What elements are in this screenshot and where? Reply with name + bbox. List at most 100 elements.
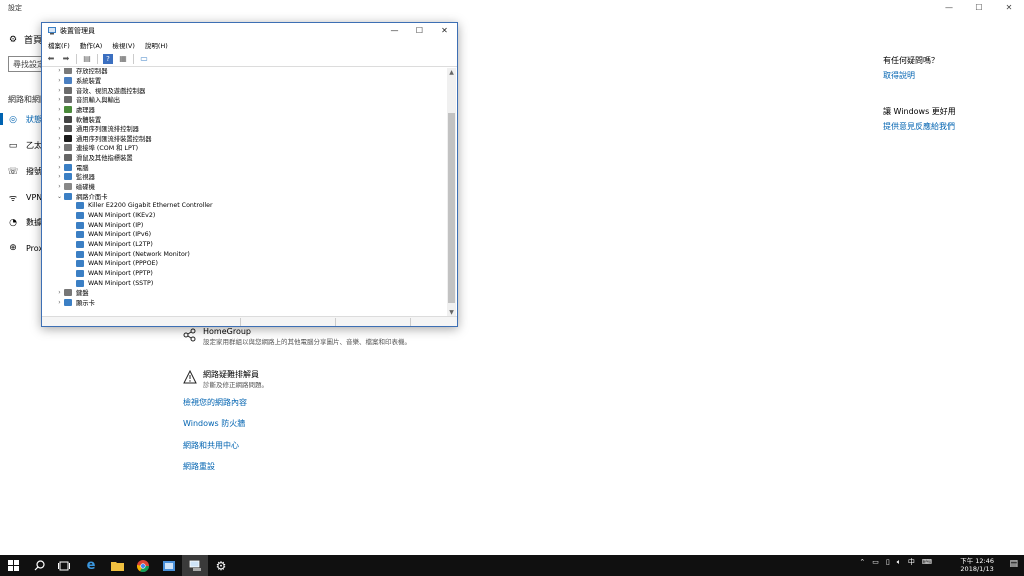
tree-item-label: WAN Miniport (PPPOE) <box>88 260 158 268</box>
monitor-icon[interactable]: ▭ <box>139 54 149 64</box>
edge-button[interactable]: e <box>78 555 104 576</box>
dm-close-button[interactable]: ✕ <box>432 23 457 39</box>
power-icon[interactable]: ▯ <box>886 558 890 566</box>
chevron-right-icon[interactable]: › <box>55 299 64 306</box>
tree-item-label: 連接埠 (COM 和 LPT) <box>76 145 139 153</box>
chevron-right-icon[interactable]: › <box>55 96 64 103</box>
volume-icon[interactable]: 🔈︎ <box>897 558 901 567</box>
chevron-right-icon[interactable]: › <box>55 125 64 132</box>
chevron-right-icon[interactable]: › <box>55 144 64 151</box>
tree-category[interactable]: ⌄ 網路介面卡 <box>55 191 107 201</box>
chevron-right-icon[interactable]: › <box>55 87 64 94</box>
ime-indicator[interactable]: 中 <box>908 557 915 567</box>
tree-category[interactable]: › 軟體裝置 <box>55 114 101 124</box>
photos-button[interactable] <box>156 555 182 576</box>
menu-view[interactable]: 檢視(V) <box>112 40 135 50</box>
tree-category[interactable]: › 處理器 <box>55 105 95 115</box>
tree-category[interactable]: › 存放控制器 <box>55 68 107 76</box>
chevron-right-icon[interactable]: › <box>55 116 64 123</box>
device-category-icon <box>64 163 72 171</box>
tree-category[interactable]: › 通用序列匯流排裝置控制器 <box>55 134 152 144</box>
tree-device[interactable]: WAN Miniport (PPPOE) <box>76 259 158 269</box>
search-input[interactable]: 尋找設定 <box>8 56 44 72</box>
chevron-right-icon[interactable]: › <box>55 77 64 84</box>
back-arrow-icon[interactable]: ⬅ <box>46 54 56 64</box>
chevron-right-icon[interactable]: › <box>55 289 64 296</box>
menu-action[interactable]: 動作(A) <box>80 40 103 50</box>
start-button[interactable] <box>0 555 26 576</box>
tree-category[interactable]: › 鍵盤 <box>55 288 89 298</box>
clock-date: 2018/1/13 <box>960 565 994 573</box>
chevron-right-icon[interactable]: › <box>55 135 64 142</box>
tree-device[interactable]: WAN Miniport (IPv6) <box>76 230 151 240</box>
task-view-button[interactable] <box>51 555 77 576</box>
tree-category[interactable]: › 系統裝置 <box>55 76 101 86</box>
vertical-scrollbar[interactable]: ▲ ▼ <box>447 68 456 317</box>
search-button[interactable] <box>26 555 52 576</box>
tree-device[interactable]: WAN Miniport (IKEv2) <box>76 211 155 221</box>
menu-file[interactable]: 檔案(F) <box>48 40 70 50</box>
properties-icon[interactable]: ▤ <box>82 54 92 64</box>
homegroup-title[interactable]: HomeGroup <box>203 327 251 336</box>
menu-help[interactable]: 說明(H) <box>145 40 168 50</box>
show-hidden-icons-icon[interactable]: ⌃ <box>859 558 865 566</box>
tree-category[interactable]: › 通用序列匯流排控制器 <box>55 124 139 134</box>
scroll-up-icon[interactable]: ▲ <box>447 68 456 77</box>
clock[interactable]: 下午 12:46 2018/1/13 <box>960 557 994 573</box>
device-manager-taskbar-button[interactable] <box>182 555 208 576</box>
view-network-properties-link[interactable]: 檢視您的網路內容 <box>183 397 247 408</box>
file-explorer-button[interactable] <box>104 555 130 576</box>
network-reset-link[interactable]: 網路重設 <box>183 461 215 472</box>
network-icon[interactable]: ▭ <box>872 558 879 566</box>
network-sharing-center-link[interactable]: 網路和共用中心 <box>183 440 239 451</box>
tree-category[interactable]: › 滑鼠及其他指標裝置 <box>55 153 133 163</box>
tree-category[interactable]: › 音訊輸入與輸出 <box>55 95 120 105</box>
sidebar-item-vpn[interactable]: ᯤ VPN <box>8 192 42 203</box>
chevron-right-icon[interactable]: › <box>55 68 64 74</box>
settings-taskbar-button[interactable]: ⚙ <box>208 555 234 576</box>
device-category-icon <box>76 269 84 277</box>
toolbar: ⬅ ➡ ▤ ? ▦ ▭ <box>42 51 457 67</box>
device-manager-titlebar[interactable]: 裝置管理員 — ☐ ✕ <box>42 23 457 39</box>
chevron-right-icon[interactable]: › <box>55 154 64 161</box>
chevron-right-icon[interactable]: › <box>55 173 64 180</box>
tree-category[interactable]: › 電腦 <box>55 163 89 173</box>
tree-device[interactable]: WAN Miniport (L2TP) <box>76 240 153 250</box>
tree-category[interactable]: › 連接埠 (COM 和 LPT) <box>55 143 138 153</box>
tree-category[interactable]: › 磁碟機 <box>55 182 95 192</box>
chevron-right-icon[interactable]: › <box>55 106 64 113</box>
tree-category[interactable]: › 監視器 <box>55 172 95 182</box>
chevron-right-icon[interactable]: › <box>55 164 64 171</box>
tree-device[interactable]: WAN Miniport (Network Monitor) <box>76 249 190 259</box>
maximize-button[interactable]: ☐ <box>964 0 994 16</box>
forward-arrow-icon[interactable]: ➡ <box>61 54 71 64</box>
sidebar-item-status[interactable]: ◎ 狀態 <box>8 114 42 125</box>
help-icon[interactable]: ? <box>103 53 113 64</box>
scrollbar-thumb[interactable] <box>448 113 455 303</box>
chevron-down-icon[interactable]: ⌄ <box>55 193 64 200</box>
tree-device[interactable]: WAN Miniport (IP) <box>76 220 143 230</box>
tree-device[interactable]: WAN Miniport (PPTP) <box>76 269 153 279</box>
tree-category[interactable]: › 顯示卡 <box>55 298 95 308</box>
dm-minimize-button[interactable]: — <box>382 23 407 39</box>
windows-firewall-link[interactable]: Windows 防火牆 <box>183 418 245 429</box>
dm-maximize-button[interactable]: ☐ <box>407 23 432 39</box>
nav-home[interactable]: ⚙ 首頁 <box>8 33 42 47</box>
action-center-icon[interactable]: ▤ <box>1009 559 1018 569</box>
sidebar-item-ethernet[interactable]: ▭ 乙太網路 <box>8 140 42 151</box>
chrome-button[interactable] <box>130 555 156 576</box>
sidebar-item-proxy[interactable]: ⊕ Proxy <box>8 243 42 253</box>
sidebar-item-data-usage[interactable]: ◔ 數據使用量 <box>8 217 42 228</box>
close-button[interactable]: ✕ <box>994 0 1024 16</box>
tree-device[interactable]: WAN Miniport (SSTP) <box>76 278 153 288</box>
keyboard-icon[interactable]: ⌨ <box>922 558 932 566</box>
tree-category[interactable]: › 音效、視訊及遊戲控制器 <box>55 85 145 95</box>
tree-item-label: 鍵盤 <box>76 290 89 298</box>
tree-device[interactable]: Killer E2200 Gigabit Ethernet Controller <box>76 201 213 211</box>
grid-icon[interactable]: ▦ <box>118 54 128 64</box>
sidebar-item-dialup[interactable]: ☏ 撥號 <box>8 166 42 177</box>
get-help-link[interactable]: 取得說明 <box>883 70 915 81</box>
minimize-button[interactable]: — <box>934 0 964 16</box>
feedback-link[interactable]: 提供意見反應給我們 <box>883 121 955 132</box>
chevron-right-icon[interactable]: › <box>55 183 64 190</box>
